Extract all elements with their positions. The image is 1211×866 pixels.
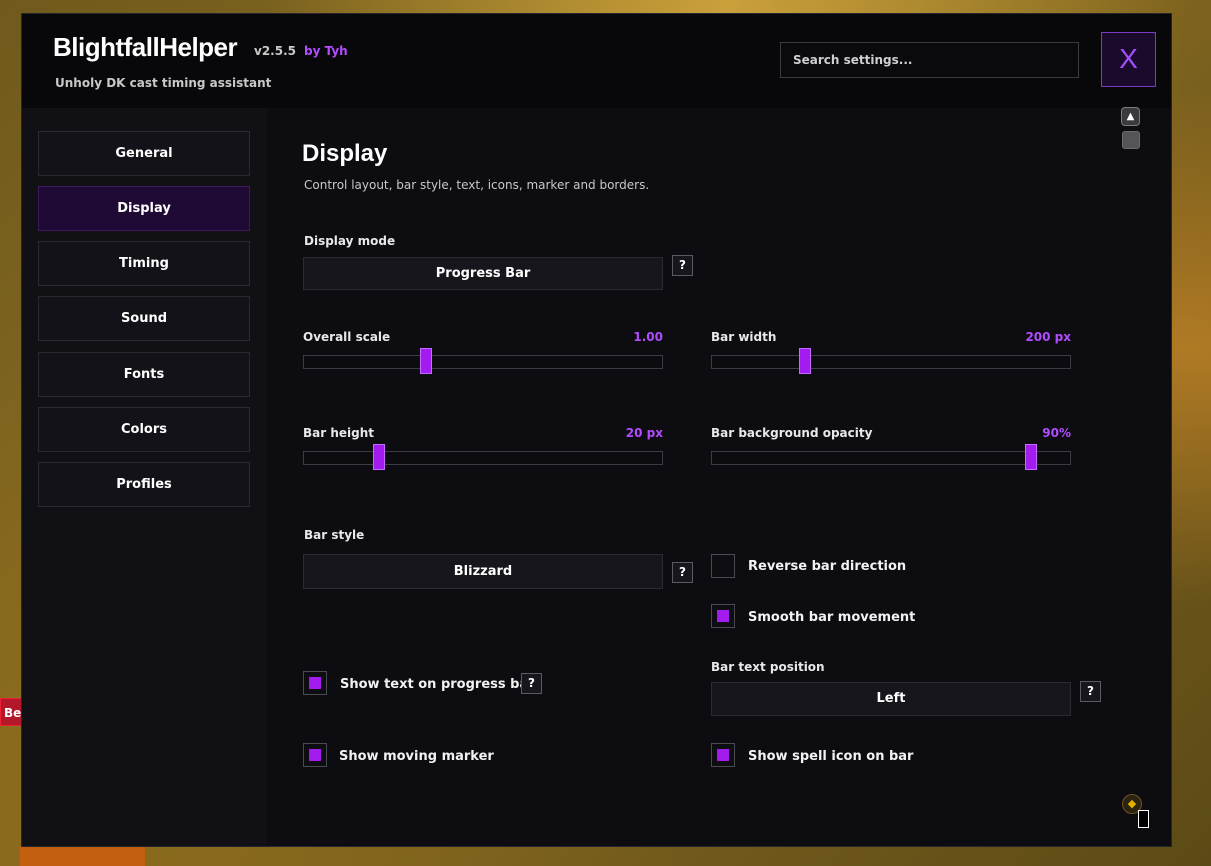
sidebar-item-profiles[interactable]: Profiles [38,462,250,507]
resize-grip-icon[interactable] [1138,810,1149,828]
reverse-bar-label: Reverse bar direction [748,559,907,574]
bar-width-slider-thumb[interactable] [799,348,812,374]
bar-bg-opacity-label: Bar background opacity [711,426,873,440]
app-author: by Tyh [304,44,348,58]
checkbox-mark [717,749,729,761]
display-mode-label: Display mode [304,234,396,248]
smooth-bar-checkbox[interactable] [711,604,735,628]
overall-scale-slider[interactable] [303,348,663,374]
bar-bg-opacity-slider[interactable] [711,444,1071,470]
background-element [20,846,145,866]
show-spell-icon-checkbox[interactable] [711,743,735,767]
bar-width-value: 200 px [1025,330,1071,344]
bar-text-position-label: Bar text position [711,660,825,674]
settings-panel: Display Control layout, bar style, text,… [267,108,1171,846]
show-marker-label: Show moving marker [339,749,494,764]
bar-text-position-dropdown[interactable]: Left [711,682,1071,716]
app-title: BlightfallHelper [53,32,238,62]
display-mode-help-button[interactable]: ? [672,255,693,276]
close-button[interactable]: X [1101,32,1156,87]
sidebar-item-general[interactable]: General [38,131,250,176]
sidebar-item-sound[interactable]: Sound [38,296,250,341]
bar-height-value: 20 px [625,426,663,440]
settings-window: BlightfallHelper v2.5.5 by Tyh Unholy DK… [21,13,1172,847]
page-description: Control layout, bar style, text, icons, … [304,178,650,192]
scrollbar-thumb[interactable] [1122,131,1140,149]
overall-scale-slider-thumb[interactable] [419,348,432,374]
show-spell-icon-label: Show spell icon on bar [748,749,914,764]
sidebar-item-display[interactable]: Display [38,186,250,231]
bar-width-slider[interactable] [711,348,1071,374]
smooth-bar-label: Smooth bar movement [748,610,916,625]
bar-style-help-button[interactable]: ? [672,562,693,583]
bar-bg-opacity-value: 90% [1042,426,1071,440]
reverse-bar-checkbox[interactable] [711,554,735,578]
sidebar-item-colors[interactable]: Colors [38,407,250,452]
app-version: v2.5.5 [254,44,296,58]
checkbox-mark [717,610,729,622]
app-subtitle: Unholy DK cast timing assistant [55,76,272,90]
bar-style-dropdown[interactable]: Blizzard [303,554,663,589]
bar-style-label: Bar style [304,528,365,542]
scroll-up-icon[interactable]: ▲ [1121,107,1140,126]
search-input[interactable] [780,42,1079,78]
overall-scale-value: 1.00 [633,330,663,344]
bar-text-position-help-button[interactable]: ? [1080,681,1101,702]
bar-width-label: Bar width [711,330,777,344]
bar-height-slider[interactable] [303,444,663,470]
overall-scale-label: Overall scale [303,330,391,344]
bar-height-label: Bar height [303,426,375,440]
display-mode-dropdown[interactable]: Progress Bar [303,257,663,290]
background-nameplate: Be [0,698,22,726]
show-text-checkbox[interactable] [303,671,327,695]
checkbox-mark [309,749,321,761]
sidebar: General Display Timing Sound Fonts Color… [22,108,267,846]
show-marker-checkbox[interactable] [303,743,327,767]
window-header[interactable]: BlightfallHelper v2.5.5 by Tyh Unholy DK… [22,14,1171,108]
show-text-help-button[interactable]: ? [521,673,542,694]
page-title: Display [302,140,388,167]
bar-bg-opacity-slider-thumb[interactable] [1024,444,1037,470]
show-text-label: Show text on progress bar [340,677,535,692]
checkbox-mark [309,677,321,689]
sidebar-item-fonts[interactable]: Fonts [38,352,250,397]
bar-height-slider-thumb[interactable] [373,444,386,470]
sidebar-item-timing[interactable]: Timing [38,241,250,286]
